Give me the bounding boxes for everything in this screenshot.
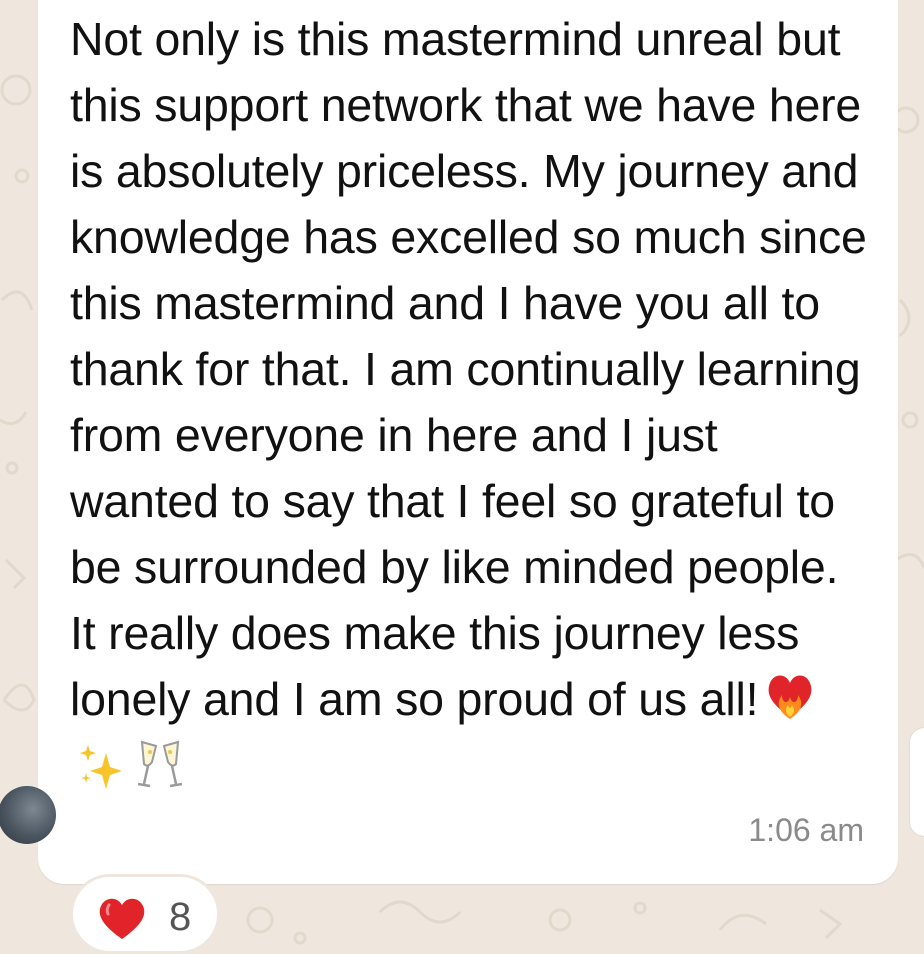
message-timestamp: 1:06 am bbox=[748, 812, 864, 848]
message-body: Not only is this mastermind unreal but t… bbox=[70, 13, 867, 725]
avatar[interactable] bbox=[0, 786, 56, 844]
bubble-tail bbox=[58, 846, 98, 872]
message-bubble[interactable]: Not only is this mastermind unreal but t… bbox=[0, 0, 898, 884]
side-handle[interactable] bbox=[910, 728, 924, 836]
message-text: Not only is this mastermind unreal but t… bbox=[70, 6, 870, 811]
red-heart-icon bbox=[99, 898, 145, 939]
sparkles-icon bbox=[76, 739, 126, 810]
reaction-pill[interactable]: 8 bbox=[70, 874, 220, 954]
reaction-count: 8 bbox=[169, 895, 192, 939]
clinking-glasses-icon bbox=[132, 738, 188, 811]
burning-heart-icon bbox=[764, 667, 816, 738]
